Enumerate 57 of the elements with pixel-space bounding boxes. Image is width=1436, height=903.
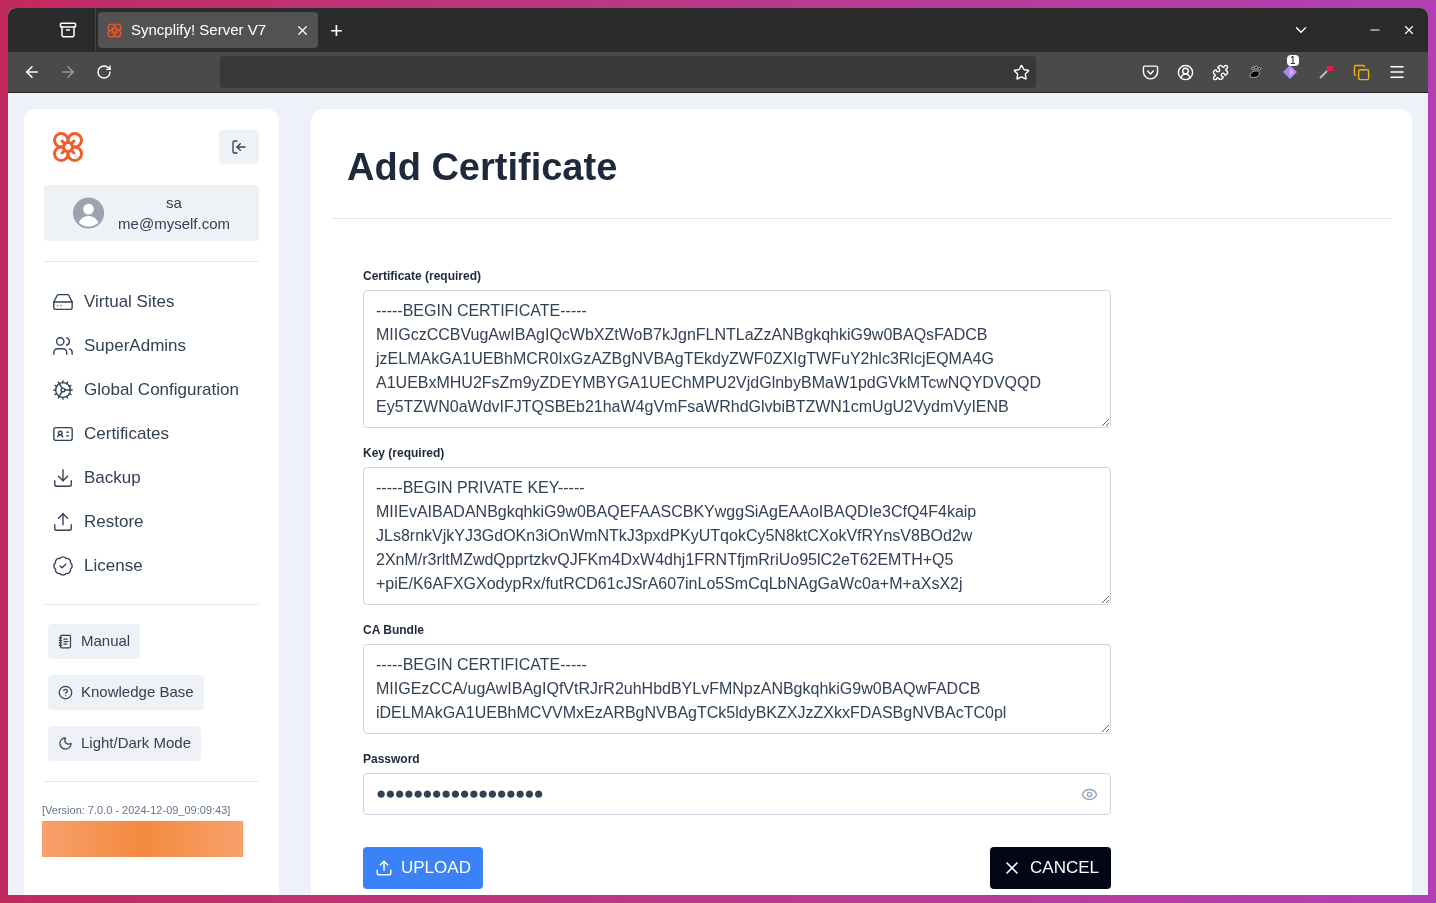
close-icon[interactable] — [1402, 23, 1416, 37]
download-icon — [52, 467, 74, 489]
moon-icon — [58, 736, 73, 751]
nav-item[interactable]: Certificates — [44, 412, 259, 456]
tab-list-icon[interactable] — [59, 21, 77, 39]
text-area[interactable]: -----BEGIN CERTIFICATE----- MIIGEzCCA/ugAwIBAgIQfVtRJrR2uhHbdBYLvFMNpzANBgkqhkiG9w0BAQwFADCB iDELMAkGA1UEBhMCVVMxEzARBgNVBAgTCk5ldyBKZXJzZXkxFDASBgNVBAcTC0pl — [363, 644, 1111, 734]
star-icon[interactable] — [1013, 63, 1030, 81]
page-title: Add Certificate — [347, 145, 619, 189]
reload-icon[interactable] — [96, 64, 112, 80]
flower-icon — [106, 21, 123, 39]
user-email: me@myself.com — [118, 214, 230, 234]
field-label: Key (required) — [363, 445, 446, 462]
notebook-icon — [58, 634, 73, 649]
gear-icon — [52, 379, 74, 401]
text-area[interactable]: -----BEGIN CERTIFICATE----- MIIGczCCBVugAwIBAgIQcWbXZtWoB7kJgnFLNTLaZzANBgkqhkiG9w0BAQsFADCB jzELMAkGA1UEBhMCR0IxGzAZBgNVBAgTEkdyZWF0ZXIgTWFuY2hlc3RlcjEQMA4G A1UEBxMHU2FsZm9yZDEYMBYGA1UEChMPU2VjdGlnbyBMaW1pdGVkMTcwNQYDVQQD Ey5TZWN0aWdvIFJTQSBEb21haW4gVmFsaWRhdGlvbiBTZWN1cmUgU2VydmVyIENB — [363, 290, 1111, 428]
account-icon[interactable] — [1177, 63, 1194, 81]
field-label: CA Bundle — [363, 622, 425, 639]
nav-item[interactable]: Backup — [44, 456, 259, 500]
avatar-icon — [73, 197, 105, 229]
help-icon — [58, 685, 73, 700]
upload-icon — [52, 511, 74, 533]
logout-icon — [231, 139, 247, 155]
upload-button[interactable]: UPLOAD — [363, 847, 483, 889]
link-button[interactable]: Knowledge Base — [48, 675, 204, 710]
paw-icon[interactable] — [1247, 64, 1263, 80]
text-area[interactable]: -----BEGIN PRIVATE KEY----- MIIEvAIBADANBgkqhkiG9w0BAQEFAASCBKYwggSiAgEAAoIBAQDIe3CfQ4F4kaip JLs8rnkVjkYJ3GdOKn3iOnWmNTkJ3pxdPKyUTqokCy5N8ktCXokVfRYnsV8BOd2w 2XnM/r3rltMZwdQpprtzkvQJFKm4DxW4dhj1FRNTfjmRriUo95lC2eT62EMTH+Q5 +piE/K6AFXGXodypRx/futRCD61cJSrA607inLo5SmCqLbNAgGaWc0a+M+aXsX2j — [363, 467, 1111, 605]
link-button[interactable]: Light/Dark Mode — [48, 726, 202, 761]
cancel-button[interactable]: CANCEL — [990, 847, 1111, 889]
logout-button[interactable] — [219, 130, 259, 164]
back-icon[interactable] — [23, 63, 41, 81]
nav-item[interactable]: SuperAdmins — [44, 324, 259, 368]
nav-item[interactable]: Virtual Sites — [44, 280, 259, 324]
notification-badge: 1 — [1287, 55, 1299, 66]
tab-title: Syncplify! Server V7 — [131, 19, 268, 40]
copy-icon[interactable] — [1353, 63, 1370, 81]
nav-item[interactable]: Restore — [44, 500, 259, 544]
nav-item[interactable]: Global Configuration — [44, 368, 259, 412]
pocket-icon[interactable] — [1142, 63, 1159, 81]
badge-check-icon — [52, 555, 74, 577]
nav-item[interactable]: License — [44, 544, 259, 588]
forward-icon[interactable] — [59, 63, 77, 81]
version-text: [Version: 7.0.0 - 2024-12-09_09:09:43] — [42, 803, 232, 818]
field-label: Password — [363, 751, 421, 768]
link-button[interactable]: Manual — [48, 624, 141, 659]
user-name: sa — [166, 193, 182, 213]
upload-icon — [375, 859, 393, 877]
password-field[interactable]: ●●●●●●●●●●●●●●●●●● — [363, 773, 1111, 815]
extension-icon[interactable] — [1281, 63, 1299, 81]
puzzle-icon[interactable] — [1212, 63, 1229, 81]
logo-icon — [50, 129, 86, 165]
menu-icon[interactable] — [1388, 63, 1406, 81]
browser-tab[interactable]: Syncplify! Server V7 — [98, 12, 318, 48]
new-tab-button[interactable]: + — [330, 13, 343, 47]
users-icon — [52, 335, 74, 357]
field-label: Certificate (required) — [363, 268, 483, 285]
server-icon — [52, 291, 74, 313]
pin-icon[interactable] — [1317, 63, 1335, 81]
